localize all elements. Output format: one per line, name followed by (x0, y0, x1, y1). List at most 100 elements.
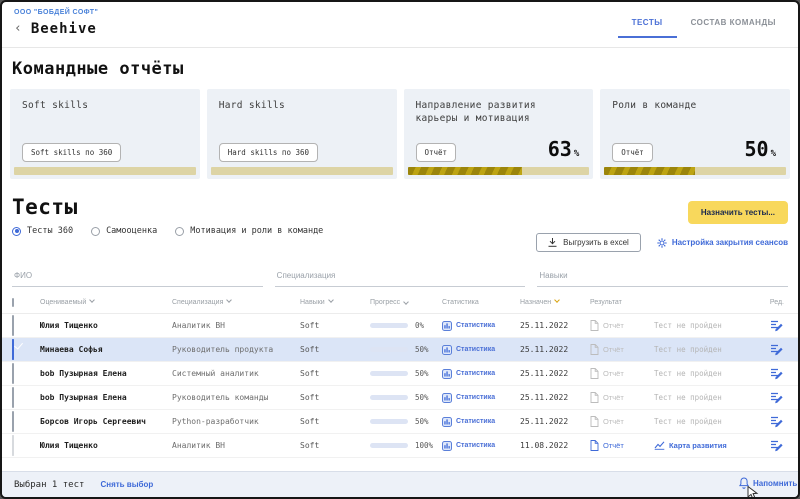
progress-cell: 50% (370, 369, 442, 378)
report-link[interactable]: Отчёт (590, 320, 654, 331)
card-progress-bar (604, 167, 786, 175)
radio-tests-360[interactable]: Тесты 360 (12, 226, 73, 236)
header-tabs: ТЕСТЫ СОСТАВ КОМАНДЫ (618, 14, 790, 38)
row-checkbox[interactable] (12, 387, 14, 408)
tab-tests[interactable]: ТЕСТЫ (618, 14, 677, 38)
col-evaluatee[interactable]: Оцениваемый (40, 298, 172, 306)
filter-specialization[interactable]: Специализация (275, 268, 526, 287)
specialization: Python-разработчик (172, 417, 300, 426)
back-icon[interactable]: ‹ (14, 24, 22, 34)
card-progress-bar (14, 167, 196, 175)
row-checkbox[interactable] (12, 411, 14, 432)
card-career-motivation: Направление развития карьеры и мотивация… (404, 89, 594, 179)
col-assigned[interactable]: Назначен (520, 298, 590, 306)
table-header: Оцениваемый Специализация Навыки Прогрес… (2, 292, 798, 314)
session-settings-link[interactable]: Настройка закрытия сеансов (657, 238, 788, 248)
edit-icon[interactable] (771, 320, 784, 332)
skill: Soft (300, 393, 370, 402)
specialization: Аналитик ВН (172, 441, 300, 450)
progress-cell: 50% (370, 417, 442, 426)
statistics-cell[interactable]: Статистика (442, 393, 520, 403)
col-skills[interactable]: Навыки (300, 298, 370, 306)
edit-icon[interactable] (771, 344, 784, 356)
filter-fio[interactable]: ФИО (12, 268, 263, 287)
card-title: Hard skills (219, 100, 385, 113)
progress-label: 50% (415, 417, 429, 426)
hard-skills-360-button[interactable]: Hard skills по 360 (219, 143, 318, 162)
download-icon (548, 238, 557, 247)
statistics-cell[interactable]: Статистика (442, 441, 520, 451)
progress-label: 100% (415, 441, 433, 450)
test-outcome[interactable]: Тест не пройден (654, 417, 722, 426)
tests-title: Тесты (12, 195, 788, 219)
table-row: Юлия Тищенко Аналитик ВН Soft 100% Стати… (2, 434, 798, 458)
radio-motivation-roles[interactable]: Мотивация и роли в команде (175, 226, 323, 236)
filter-skills[interactable]: Навыки (537, 268, 788, 287)
report-link[interactable]: Отчёт (590, 344, 654, 355)
statistics-icon (442, 345, 452, 355)
clear-selection-link[interactable]: Снять выбор (100, 480, 153, 489)
card-progress-bar (408, 167, 590, 175)
specialization: Руководитель команды (172, 393, 300, 402)
skill: Soft (300, 441, 370, 450)
statistics-link: Статистика (456, 394, 495, 401)
progress-bar (370, 371, 408, 376)
edit-icon[interactable] (771, 440, 784, 452)
header: ООО "БОБДЕЙ СОФТ" ‹ Beehive ТЕСТЫ СОСТАВ… (2, 2, 798, 48)
row-checkbox[interactable] (12, 363, 14, 384)
gear-icon (657, 238, 667, 248)
edit-icon[interactable] (771, 368, 784, 380)
roles-report-button[interactable]: Отчёт (612, 143, 653, 162)
radio-dot (175, 227, 184, 236)
progress-cell: 50% (370, 345, 442, 354)
card-percent: 50% (744, 137, 776, 161)
test-outcome[interactable]: Тест не пройден (654, 321, 722, 330)
assigned-date: 25.11.2022 (520, 345, 590, 354)
col-specialization[interactable]: Специализация (172, 298, 300, 306)
sort-icon (227, 297, 233, 303)
progress-label: 50% (415, 393, 429, 402)
radio-label: Мотивация и роли в команде (190, 226, 323, 236)
report-link[interactable]: Отчёт (590, 392, 654, 403)
row-checkbox[interactable] (12, 339, 14, 360)
table-row: bob Пузырная Елена Системный аналитик So… (2, 362, 798, 386)
statistics-cell[interactable]: Статистика (442, 417, 520, 427)
tab-team-members[interactable]: СОСТАВ КОМАНДЫ (677, 14, 790, 38)
select-all-checkbox[interactable] (12, 298, 14, 307)
statistics-icon (442, 321, 452, 331)
report-link[interactable]: Отчёт (590, 416, 654, 427)
evaluatee-name: Борсов Игорь Сергеевич (40, 417, 172, 426)
statistics-link: Статистика (456, 322, 495, 329)
table-row: Борсов Игорь Сергеевич Python-разработчи… (2, 410, 798, 434)
tests-table: Оцениваемый Специализация Навыки Прогрес… (2, 292, 798, 458)
test-outcome[interactable]: Карта развития (654, 441, 727, 450)
row-checkbox[interactable] (12, 315, 14, 336)
export-excel-button[interactable]: Выгрузить в excel (536, 233, 641, 252)
statistics-icon (442, 417, 452, 427)
sessions-label: Настройка закрытия сеансов (672, 238, 788, 247)
career-report-button[interactable]: Отчёт (416, 143, 457, 162)
col-progress[interactable]: Прогресс (370, 299, 442, 306)
statistics-cell[interactable]: Статистика (442, 369, 520, 379)
assign-tests-button[interactable]: Назначить тесты... (688, 201, 788, 224)
edit-icon[interactable] (771, 416, 784, 428)
test-outcome[interactable]: Тест не пройден (654, 369, 722, 378)
report-link[interactable]: Отчёт (590, 440, 654, 451)
soft-skills-360-button[interactable]: Soft skills по 360 (22, 143, 121, 162)
team-reports-section: Командные отчёты Soft skills Soft skills… (2, 48, 798, 179)
statistics-cell[interactable]: Статистика (442, 345, 520, 355)
statistics-cell[interactable]: Статистика (442, 321, 520, 331)
specialization: Системный аналитик (172, 369, 300, 378)
row-checkbox[interactable] (12, 435, 14, 456)
statistics-icon (442, 369, 452, 379)
card-progress-bar (211, 167, 393, 175)
edit-icon[interactable] (771, 392, 784, 404)
table-body: Юлия Тищенко Аналитик ВН Soft 0% Статист… (2, 314, 798, 458)
test-outcome[interactable]: Тест не пройден (654, 345, 722, 354)
remind-link[interactable]: Напомнить (739, 477, 797, 489)
radio-label: Самооценка (106, 226, 157, 236)
report-link[interactable]: Отчёт (590, 368, 654, 379)
evaluatee-name: Юлия Тищенко (40, 321, 172, 330)
radio-self-assessment[interactable]: Самооценка (91, 226, 157, 236)
test-outcome[interactable]: Тест не пройден (654, 393, 722, 402)
